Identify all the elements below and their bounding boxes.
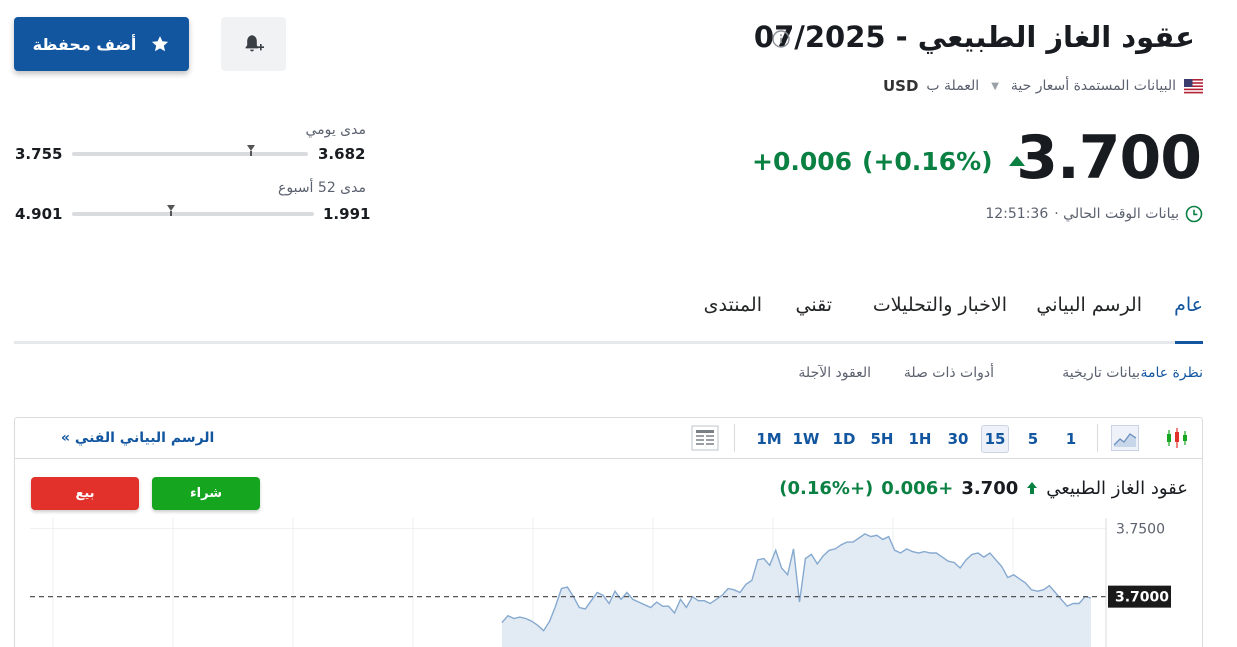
- active-tab-indicator: [1175, 341, 1203, 344]
- price-chart[interactable]: 3.7500 3.7000: [15, 418, 1203, 647]
- arrow-up-icon: [1027, 482, 1038, 494]
- last-price: 3.700: [1016, 123, 1202, 193]
- chevron-down-icon[interactable]: ▼: [991, 81, 999, 92]
- sell-button[interactable]: بيع: [31, 477, 139, 510]
- subtab-historical-data[interactable]: بيانات تاريخية: [1062, 365, 1140, 381]
- tab-forum[interactable]: المنتدى: [704, 294, 762, 316]
- chart-widget: الرسم البياني الفني » 1M 1W 1D 5H 1H 30 …: [14, 417, 1203, 647]
- create-alert-button[interactable]: [221, 17, 286, 71]
- daily-range-high: 3.755: [15, 145, 63, 163]
- main-tabs: عام الرسم البياني الاخبار والتحليلات تقن…: [14, 290, 1203, 344]
- up-triangle-icon: [1008, 156, 1025, 166]
- add-portfolio-label: أضف محفظة: [32, 34, 137, 54]
- week52-range-marker: [167, 205, 176, 216]
- week52-range-low: 1.991: [323, 205, 371, 223]
- y-tick-label: 3.7500: [1116, 521, 1165, 537]
- area-fill: [502, 533, 1091, 647]
- price-change: +0.006 (+0.16%): [752, 145, 1025, 177]
- current-price-label: 3.7000: [1115, 590, 1169, 606]
- clock-icon: [1185, 205, 1203, 223]
- star-icon: [152, 36, 169, 52]
- subtab-overview[interactable]: نظرة عامة: [1140, 365, 1203, 381]
- add-portfolio-button[interactable]: أضف محفظة: [14, 17, 189, 71]
- change-value: +0.006: [752, 146, 853, 176]
- currency-prefix: العملة ب: [926, 78, 980, 94]
- page-title: عقود الغاز الطبيعي - 07/2025: [753, 20, 1195, 54]
- realtime-row: بيانات الوقت الحالي · 12:51:36: [985, 204, 1203, 224]
- data-source-row: البيانات المستمدة أسعار حية ▼ العملة ب U…: [883, 74, 1203, 98]
- chart-change: +0.006: [881, 477, 954, 499]
- chart-instrument-header: عقود الغاز الطبيعي 3.700 +0.006 (+0.16%): [779, 476, 1188, 500]
- tab-technical[interactable]: تقني: [796, 294, 832, 316]
- bell-plus-icon: [245, 35, 264, 52]
- daily-range-low: 3.682: [318, 145, 366, 163]
- daily-range-bar: [72, 152, 308, 156]
- data-source-label[interactable]: البيانات المستمدة أسعار حية: [1011, 78, 1176, 94]
- chart-instrument-name: عقود الغاز الطبيعي: [1046, 477, 1188, 499]
- daily-range-marker: [247, 145, 256, 156]
- us-flag-icon: [1184, 78, 1203, 94]
- subtab-futures-contracts[interactable]: العقود الآجلة: [798, 365, 871, 381]
- chart-change-percent: (+0.16%): [779, 477, 874, 499]
- info-icon[interactable]: [771, 29, 791, 49]
- subtab-related-instruments[interactable]: أدوات ذات صلة: [904, 365, 994, 381]
- week52-range-label: مدى 52 أسبوع: [278, 180, 366, 196]
- chart-price: 3.700: [961, 477, 1019, 499]
- week52-range-high: 4.901: [15, 205, 63, 223]
- change-percent: (+0.16%): [862, 146, 993, 176]
- tab-general[interactable]: عام: [1174, 294, 1203, 316]
- last-update-time: 12:51:36: [985, 206, 1049, 222]
- daily-range-label: مدى يومي: [305, 122, 366, 138]
- realtime-label: بيانات الوقت الحالي ·: [1054, 206, 1179, 222]
- buy-button[interactable]: شراء: [152, 477, 260, 510]
- tab-chart[interactable]: الرسم البياني: [1036, 294, 1142, 316]
- week52-range-bar: [72, 212, 314, 216]
- currency-code: USD: [882, 77, 919, 95]
- tab-news-analysis[interactable]: الاخبار والتحليلات: [873, 294, 1007, 316]
